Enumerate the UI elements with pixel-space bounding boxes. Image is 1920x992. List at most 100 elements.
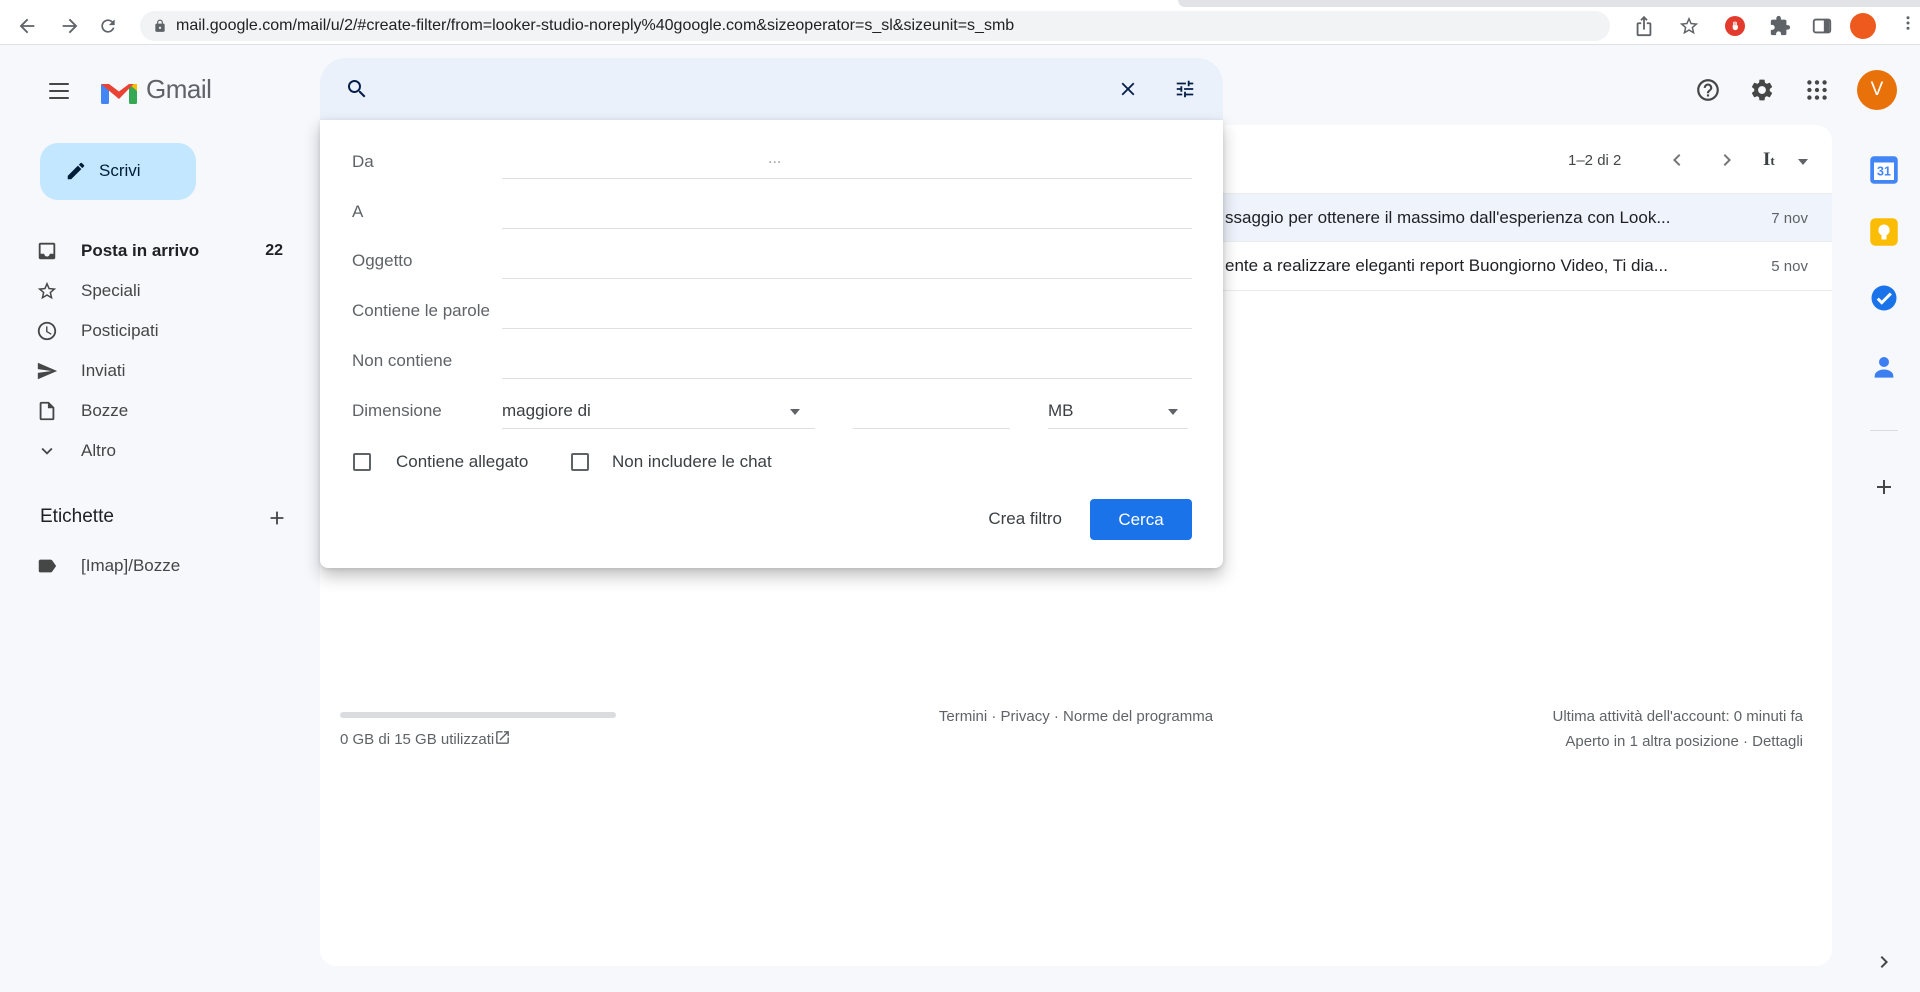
size-unit-select[interactable]: MB — [1048, 401, 1074, 421]
has-attachment-label: Contiene allegato — [396, 452, 528, 472]
get-addons-icon[interactable] — [1872, 475, 1896, 499]
extensions-puzzle-icon[interactable] — [1769, 15, 1791, 37]
browser-toolbar: mail.google.com/mail/u/2/#create-filter/… — [0, 0, 1920, 45]
create-filter-button[interactable]: Crea filtro — [988, 509, 1062, 529]
sidebar-item-sent[interactable]: Inviati — [8, 351, 298, 391]
screen: Gmail V Scrivi Posta in arrivo 22 — [0, 0, 1920, 992]
bookmark-star-icon[interactable] — [1678, 15, 1700, 37]
sidebar-item-label: Bozze — [81, 401, 128, 421]
size-unit-caret-icon[interactable] — [1168, 409, 1178, 415]
filter-field-label-from: Da — [352, 152, 374, 172]
calendar-icon[interactable]: 31 — [1869, 155, 1899, 185]
sidebar-item-label: Inviati — [81, 361, 125, 381]
browser-refresh-icon[interactable] — [98, 16, 118, 36]
compose-button[interactable]: Scrivi — [40, 143, 196, 200]
exclude-chats-label: Non includere le chat — [612, 452, 772, 472]
input-tools-caret-icon[interactable] — [1798, 159, 1808, 165]
sidebar-item-starred[interactable]: Speciali — [8, 271, 298, 311]
sidebar-item-more[interactable]: Altro — [8, 431, 298, 471]
filter-field-notcontain-input[interactable] — [502, 378, 1192, 379]
account-avatar[interactable]: V — [1857, 70, 1897, 110]
help-icon[interactable] — [1695, 77, 1721, 103]
open-in-new-icon[interactable] — [494, 729, 511, 746]
sidebar-item-snoozed[interactable]: Posticipati — [8, 311, 298, 351]
sidebar-item-drafts[interactable]: Bozze — [8, 391, 298, 431]
has-attachment-checkbox[interactable] — [353, 453, 371, 471]
filter-field-haswords-input[interactable] — [502, 328, 1192, 329]
account-activity-details[interactable]: Aperto in 1 altra posizione · Dettagli — [1420, 733, 1803, 750]
storage-usage-text: 0 GB di 15 GB utilizzati — [340, 731, 494, 748]
sidebar-item-imap-bozze[interactable]: [Imap]/Bozze — [8, 546, 298, 586]
url-text: mail.google.com/mail/u/2/#create-filter/… — [176, 17, 1014, 35]
filter-field-from-input[interactable] — [502, 178, 1192, 179]
star-icon — [36, 280, 58, 302]
contacts-icon[interactable] — [1869, 352, 1899, 382]
main-menu-icon[interactable] — [47, 79, 71, 103]
settings-gear-icon[interactable] — [1749, 77, 1775, 103]
address-bar[interactable]: mail.google.com/mail/u/2/#create-filter/… — [140, 11, 1610, 41]
newer-page-icon[interactable] — [1665, 148, 1689, 172]
browser-profile-avatar[interactable] — [1850, 13, 1876, 39]
adblocker-extension-icon[interactable] — [1725, 16, 1745, 36]
sidebar-item-label: Posta in arrivo — [81, 241, 199, 261]
account-activity-text: Ultima attività dell'account: 0 minuti f… — [1420, 708, 1803, 725]
sidebar-item-inbox[interactable]: Posta in arrivo 22 — [8, 231, 298, 271]
size-operator-caret-icon[interactable] — [790, 409, 800, 415]
gmail-logo-text: Gmail — [146, 74, 211, 105]
add-label-icon[interactable] — [266, 507, 288, 529]
size-amount-input[interactable] — [853, 428, 1010, 429]
search-bar[interactable] — [320, 58, 1223, 120]
avatar-letter: V — [1871, 79, 1884, 101]
draft-file-icon — [36, 400, 58, 422]
filter-field-label-size: Dimensione — [352, 401, 442, 421]
browser-forward-icon[interactable] — [59, 15, 81, 37]
lock-icon[interactable] — [153, 19, 167, 33]
mail-row-snippet: ente a realizzare eleganti report Buongi… — [1225, 256, 1668, 276]
share-icon[interactable] — [1633, 15, 1655, 37]
inbox-icon — [36, 240, 58, 262]
mail-row-snippet: ssaggio per ottenere il massimo dall'esp… — [1225, 208, 1671, 228]
exclude-chats-checkbox[interactable] — [571, 453, 589, 471]
compose-label: Scrivi — [99, 161, 141, 181]
filter-field-to-input[interactable] — [502, 228, 1192, 229]
search-button[interactable]: Cerca — [1090, 499, 1192, 540]
filter-field-from-value: ... — [768, 150, 781, 168]
pagination-count: 1–2 di 2 — [1568, 152, 1621, 169]
sidebar-item-label: Speciali — [81, 281, 141, 301]
expand-side-panel-icon[interactable] — [1872, 950, 1896, 974]
tasks-icon[interactable] — [1869, 283, 1899, 313]
size-operator-underline — [502, 428, 815, 429]
browser-back-icon[interactable] — [16, 15, 38, 37]
filter-field-label-notcontain: Non contiene — [352, 351, 452, 371]
mail-row-date: 5 nov — [1771, 258, 1808, 275]
pencil-icon — [65, 160, 87, 182]
gmail-logo-icon — [98, 76, 140, 106]
filter-field-subject-input[interactable] — [502, 278, 1192, 279]
google-apps-grid-icon[interactable] — [1804, 77, 1830, 103]
side-panel-divider — [1870, 430, 1898, 431]
filter-field-label-haswords: Contiene le parole — [352, 301, 490, 321]
filter-field-label-to: A — [352, 202, 363, 222]
search-options-tune-icon[interactable] — [1174, 78, 1196, 100]
chevron-down-icon — [36, 440, 58, 462]
keep-icon[interactable] — [1869, 217, 1899, 247]
browser-menu-icon[interactable] — [1899, 14, 1917, 32]
label-tag-icon — [36, 555, 58, 577]
search-icon[interactable] — [345, 77, 369, 101]
size-unit-underline — [1048, 428, 1188, 429]
inbox-count-badge: 22 — [238, 242, 283, 260]
create-filter-dialog: Da ... A Oggetto Contiene le parole Non … — [320, 120, 1223, 568]
size-operator-select[interactable]: maggiore di — [502, 401, 591, 421]
tab-strip — [1178, 0, 1920, 7]
labels-heading: Etichette — [40, 506, 114, 528]
input-tools-icon[interactable]: It — [1763, 149, 1775, 171]
clear-search-icon[interactable] — [1117, 78, 1139, 100]
svg-text:31: 31 — [1877, 165, 1891, 179]
side-panel-icon[interactable] — [1811, 15, 1833, 37]
sidebar-item-label: Posticipati — [81, 321, 158, 341]
older-page-icon[interactable] — [1715, 148, 1739, 172]
mail-row-date: 7 nov — [1771, 210, 1808, 227]
send-icon — [36, 360, 58, 382]
sidebar-item-label: [Imap]/Bozze — [81, 556, 180, 576]
sidebar-item-label: Altro — [81, 441, 116, 461]
